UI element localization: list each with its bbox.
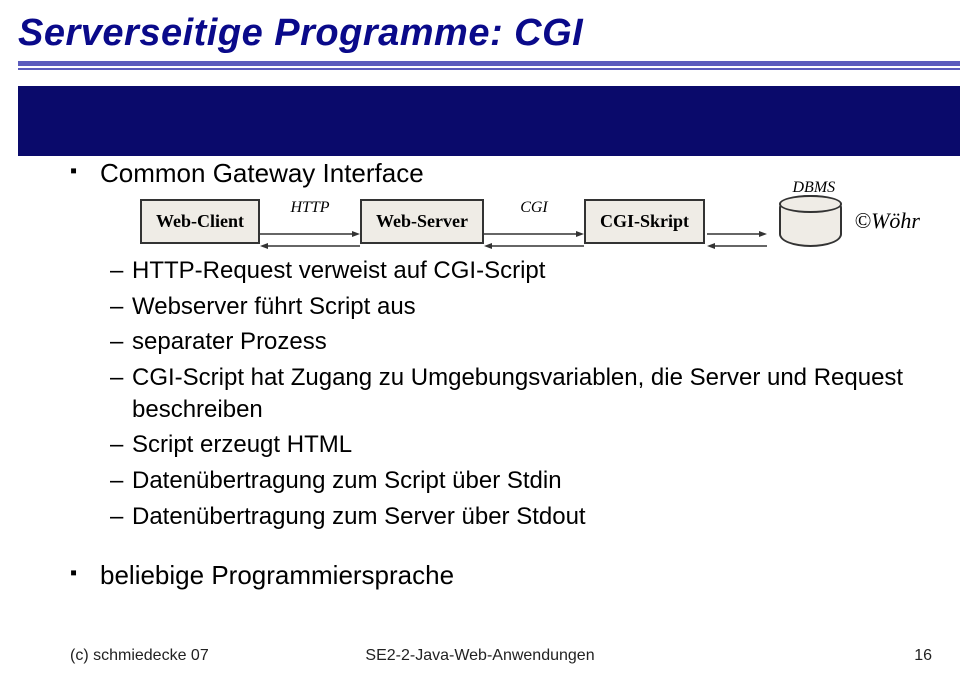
spacer (70, 542, 920, 560)
slide-title: Serverseitige Programme: CGI (0, 0, 960, 61)
diagram-label-cgi: CGI (520, 199, 548, 217)
arrow-left-icon (484, 231, 584, 243)
sub-text: HTTP-Request verweist auf CGI-Script (132, 257, 545, 284)
slide: Serverseitige Programme: CGI Common Gate… (0, 0, 960, 679)
diagram-copyright: ©Wöhr (854, 208, 920, 234)
diagram-label-http: HTTP (290, 199, 329, 217)
rule-thin (18, 68, 960, 70)
sub-item: separater Prozess (110, 326, 920, 358)
footer: (c) schmiedecke 07 SE2-2-Java-Web-Anwend… (0, 647, 960, 665)
bullet-cgi: Common Gateway Interface Web-Client HTTP… (70, 158, 920, 532)
diagram-db-cylinder: DBMS (779, 195, 843, 247)
diagram-conn-db (705, 199, 769, 243)
footer-page-number: 16 (914, 647, 932, 665)
diagram-conn-http: HTTP (260, 199, 360, 243)
bullet-list-l1: beliebige Programmiersprache (70, 560, 920, 591)
arrow-right-icon (484, 219, 584, 231)
arrow-right-icon (260, 219, 360, 231)
diagram-label-dbms: DBMS (793, 179, 836, 197)
sub-item: Datenübertragung zum Script über Stdin (110, 465, 920, 497)
diagram-box-webclient: Web-Client (140, 199, 260, 244)
arrow-right-icon (707, 219, 767, 231)
sub-text: Datenübertragung zum Server über Stdout (132, 503, 586, 530)
bullet-list-l1: Common Gateway Interface Web-Client HTTP… (70, 158, 920, 532)
architecture-diagram: Web-Client HTTP Web-Server CGI (140, 195, 920, 247)
navy-band (18, 86, 960, 156)
footer-left: (c) schmiedecke 07 (70, 647, 209, 665)
spacer (735, 199, 739, 217)
sub-text: CGI-Script hat Zugang zu Umgebungsvariab… (132, 364, 903, 423)
sub-text: Webserver führt Script aus (132, 293, 416, 320)
arrow-left-icon (260, 231, 360, 243)
content: Common Gateway Interface Web-Client HTTP… (0, 158, 960, 601)
sub-item: Script erzeugt HTML (110, 429, 920, 461)
sub-item: CGI-Script hat Zugang zu Umgebungsvariab… (110, 362, 920, 425)
sub-item: HTTP-Request verweist auf CGI-Script (110, 255, 920, 287)
diagram-conn-cgi: CGI (484, 199, 584, 243)
bullet-lang-text: beliebige Programmiersprache (100, 560, 454, 590)
bullet-lang: beliebige Programmiersprache (70, 560, 920, 591)
diagram-box-cgiscript: CGI-Skript (584, 199, 705, 244)
bullet-list-l2: HTTP-Request verweist auf CGI-Script Web… (110, 255, 920, 532)
title-rules (0, 61, 960, 70)
sub-text: Script erzeugt HTML (132, 431, 352, 458)
title-block: Serverseitige Programme: CGI (0, 0, 960, 156)
sub-text: separater Prozess (132, 328, 327, 355)
diagram-box-webserver: Web-Server (360, 199, 484, 244)
footer-center: SE2-2-Java-Web-Anwendungen (365, 647, 594, 665)
arrow-left-icon (707, 231, 767, 243)
rule-thick (18, 61, 960, 66)
bullet-cgi-text: Common Gateway Interface (100, 158, 424, 188)
sub-item: Webserver führt Script aus (110, 291, 920, 323)
sub-text: Datenübertragung zum Script über Stdin (132, 467, 562, 494)
sub-item: Datenübertragung zum Server über Stdout (110, 501, 920, 533)
